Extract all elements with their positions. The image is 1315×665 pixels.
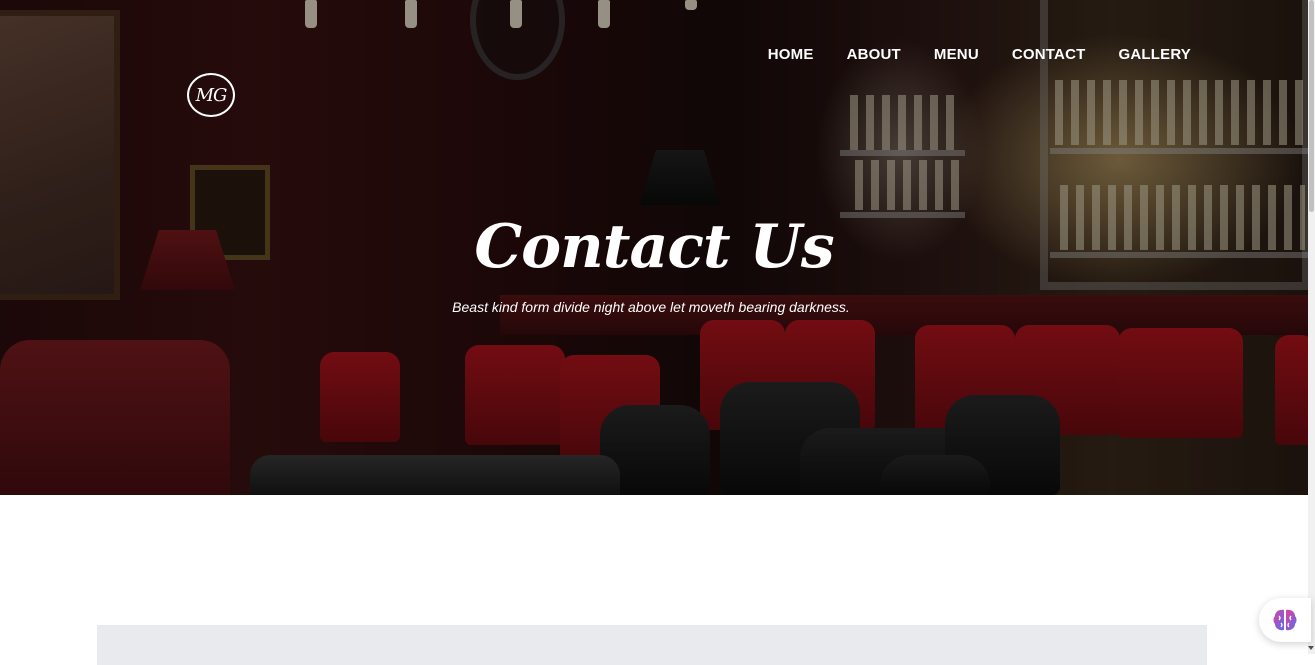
black-lamp xyxy=(640,150,720,205)
nav-menu[interactable]: MENU xyxy=(934,45,979,65)
main-nav: HOME ABOUT MENU CONTACT GALLERY xyxy=(735,45,1191,65)
leather-armchair xyxy=(600,405,710,495)
page-title: Contact Us xyxy=(474,212,834,282)
red-chair xyxy=(1118,328,1243,438)
red-chair xyxy=(1015,325,1120,435)
content-panel xyxy=(97,625,1207,665)
leather-armchair xyxy=(720,382,860,495)
bottle-shelf xyxy=(850,95,960,150)
pendant-light xyxy=(405,0,417,28)
red-chair xyxy=(320,352,400,442)
brand-logo[interactable]: MG xyxy=(187,73,235,117)
scroll-down-arrow-icon[interactable] xyxy=(1308,646,1314,650)
red-chair xyxy=(560,355,660,465)
nav-gallery[interactable]: GALLERY xyxy=(1118,45,1191,65)
pendant-light xyxy=(685,0,697,10)
hero-subtitle: Beast kind form divide night above let m… xyxy=(452,299,850,315)
leather-armchair xyxy=(880,455,990,495)
red-chair xyxy=(785,320,875,430)
nav-contact[interactable]: CONTACT xyxy=(1012,45,1086,65)
sofa xyxy=(0,340,230,495)
coffee-table xyxy=(250,455,620,495)
leather-armchair xyxy=(800,428,970,495)
red-chair xyxy=(700,320,785,430)
leather-armchair xyxy=(945,395,1060,495)
red-chair xyxy=(465,345,565,445)
bottle-shelf xyxy=(1055,80,1305,145)
pendant-light xyxy=(305,0,317,28)
logo-text: MG xyxy=(195,84,228,106)
pendant-light xyxy=(598,0,610,28)
page-scrollbar[interactable] xyxy=(1308,0,1315,654)
bottle-shelf xyxy=(840,150,965,156)
red-chair xyxy=(1275,335,1308,445)
brain-icon xyxy=(1273,609,1297,631)
nav-about[interactable]: ABOUT xyxy=(847,45,901,65)
round-mirror xyxy=(470,0,565,80)
pendant-light xyxy=(510,0,522,28)
assistant-widget-button[interactable] xyxy=(1259,598,1311,642)
scrollbar-thumb[interactable] xyxy=(1309,0,1314,212)
red-chair xyxy=(915,325,1015,435)
bottle-shelf xyxy=(1050,148,1308,154)
bottle-shelf xyxy=(855,160,960,210)
nav-home[interactable]: HOME xyxy=(768,45,814,65)
